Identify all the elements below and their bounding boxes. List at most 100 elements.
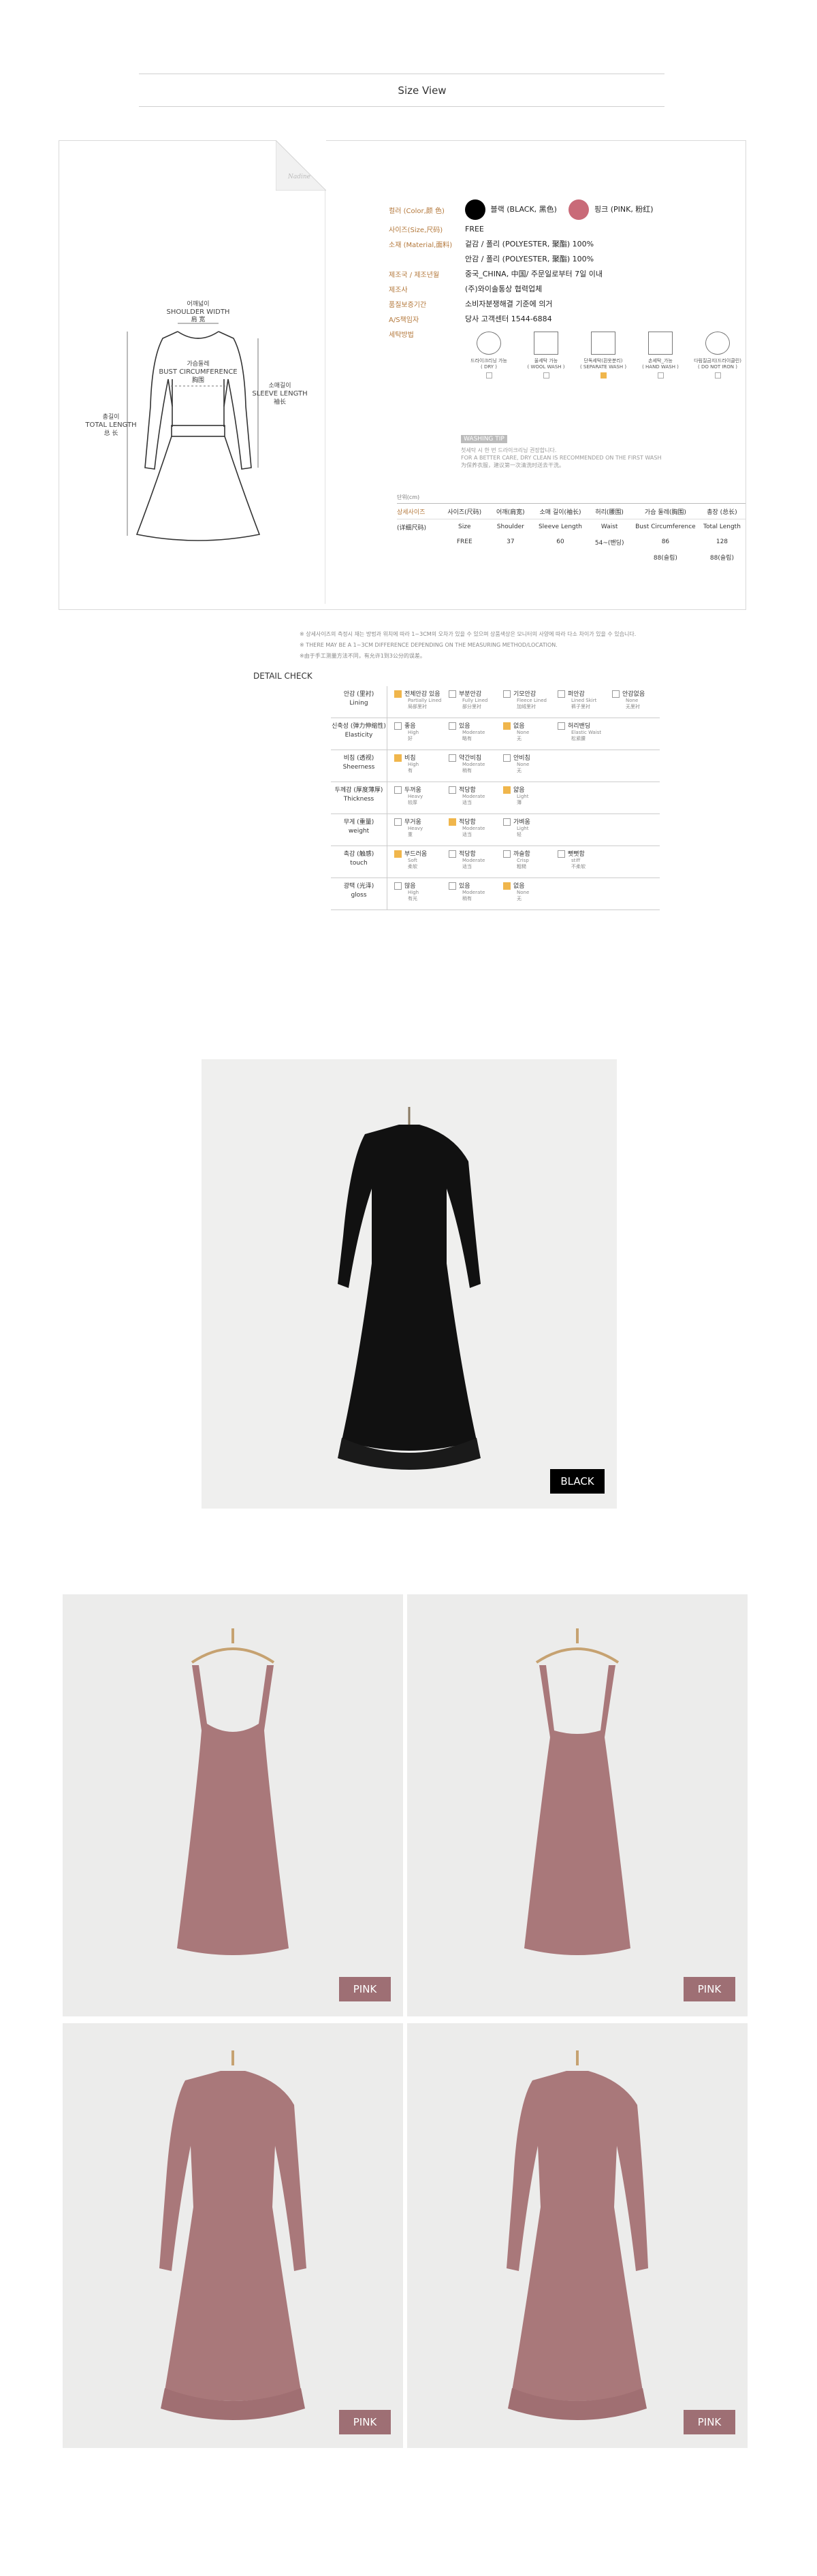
table-header-row: 상세사이즈 사이즈(尺码) 어깨(肩宽) 소매 길이(袖长) 허리(腰围) 가슴… [397, 503, 746, 519]
detail-option: 두꺼움 Heavy 较厚 [387, 784, 442, 806]
pink-color-tag: PINK [339, 1977, 391, 2001]
detail-option: 비침 High 有 [387, 752, 442, 774]
spec-row-material: 소재 (Material,面料) 겉감 / 폴리 (POLYESTER, 聚酯) … [389, 240, 594, 249]
checkbox-icon [394, 818, 402, 826]
wash-checkbox [485, 372, 492, 379]
detail-check-title: DETAIL CHECK [253, 671, 313, 681]
spec-list: 컬러 (Color,颜 色) 블랙 (BLACK, 黑色) 핑크 (PINK, … [389, 198, 654, 341]
dress-sketch-panel: Nadine 어깨넓이 SHOULDER WIDTH 肩 宽 가슴둘레 BUST… [59, 140, 326, 604]
brand-mark: Nadine [287, 174, 310, 180]
detail-option: 기모안감 Fleece Lined 加绒里衬 [496, 688, 551, 710]
spec-card: Nadine 어깨넓이 SHOULDER WIDTH 肩 宽 가슴둘레 BUST… [59, 140, 746, 610]
detail-option: 적당함 Moderate 适当 [442, 816, 496, 838]
checkbox-checked-icon [503, 882, 511, 890]
color-black-label: 블랙 (BLACK, 黑色) [490, 205, 557, 214]
detail-row: 무게 (重量) weight 무거움 Heavy 重 적당함 Moderate 适当 가벼움 Li… [331, 814, 660, 846]
detail-option: 부분안감 Fully Lined 部分里衬 [442, 688, 496, 710]
detail-option: 있음 Moderate 稍有 [442, 880, 496, 902]
checkbox-icon [449, 850, 456, 858]
checkbox-icon [449, 722, 456, 730]
table-row: 88(슬림) 88(슬림) [653, 554, 734, 562]
wash-item: 손세탁_가능( HAND WASH ) [637, 332, 684, 379]
checkbox-checked-icon [503, 786, 511, 794]
detail-option: 있음 Moderate 略有 [442, 720, 496, 742]
checkbox-icon [394, 882, 402, 890]
washing-tip-label: WASHING TIP [461, 435, 507, 443]
pink-slip-front-image [177, 1628, 289, 1955]
detail-row-label: 광택 (光泽) gloss [331, 878, 387, 910]
detail-row-label: 신축성 (弹力伸缩性) Elasticity [331, 718, 387, 750]
unit-label: 단위(cm) [397, 494, 420, 500]
detail-check-table: 안감 (里衬) Lining 전체안감 있음 Partially Lined 局部里衬 부… [331, 686, 660, 910]
wash-item: 다림질금지(드라이클린)( DO NOT IRON ) [694, 332, 741, 379]
table-header-row-en: (详细尺码) Size Shoulder Sleeve Length Waist… [397, 524, 741, 532]
dress-outline-icon: 어깨넓이 SHOULDER WIDTH 肩 宽 가슴둘레 BUST CIRCUM… [84, 300, 308, 541]
checkbox-icon [558, 690, 565, 698]
pink-color-tag: PINK [684, 1977, 735, 2001]
detail-option: 가벼움 Light 轻 [496, 816, 551, 838]
spec-row-size: 사이즈(Size,尺码) FREE [389, 224, 484, 234]
shoulder-label-en: SHOULDER WIDTH [167, 308, 230, 316]
detail-option: 약간비침 Moderate 稍有 [442, 752, 496, 774]
hand-wash-icon [648, 332, 673, 355]
pink-slip-back-image [524, 1628, 630, 1955]
detail-row: 안감 (里衬) Lining 전체안감 있음 Partially Lined 局部里衬 부… [331, 686, 660, 718]
checkbox-checked-icon [394, 690, 402, 698]
checkbox-icon [503, 754, 511, 762]
checkbox-icon [612, 690, 620, 698]
black-dress-photo: BLACK [202, 1059, 617, 1509]
spec-row-origin: 제조국 / 제조년월 중국_CHINA, 中国/ 주문일로부터 7일 이내 [389, 270, 603, 279]
shoulder-label-cn: 肩 宽 [191, 315, 206, 323]
wash-item: 울세탁 가능( WOOL WASH ) [522, 332, 570, 379]
detail-row: 두께감 (厚度薄厚) Thickness 두꺼움 Heavy 较厚 적당함 Moderate… [331, 782, 660, 814]
separate-wash-icon [591, 332, 615, 355]
spec-row-warranty: 품질보증기간 소비자분쟁해결 기준에 의거 [389, 300, 553, 309]
checkbox-checked-icon [503, 722, 511, 730]
detail-option: 적당함 Moderate 适当 [442, 784, 496, 806]
checkbox-checked-icon [394, 754, 402, 762]
bust-label-ko: 가슴둘레 [187, 360, 209, 368]
bust-label-cn: 胸围 [192, 376, 204, 384]
checkbox-checked-icon [394, 850, 402, 858]
dry-clean-icon [477, 332, 501, 355]
table-row: FREE 37 60 54~(밴딩) 86 128 [456, 538, 728, 547]
checkbox-icon [449, 786, 456, 794]
color-swatch-black [465, 199, 485, 220]
checkbox-icon [503, 690, 511, 698]
pink-dress-front-image [159, 2050, 306, 2420]
washing-tip: 첫세탁 시 한 번 드라이크리닝 권장합니다. FOR A BETTER CAR… [461, 447, 662, 468]
detail-option: 많음 High 有光 [387, 880, 442, 902]
size-table: 상세사이즈 사이즈(尺码) 어깨(肩宽) 소매 길이(袖长) 허리(腰围) 가슴… [397, 503, 746, 564]
section-title: Size View [398, 84, 447, 97]
checkbox-checked-icon [449, 818, 456, 826]
checkbox-icon [449, 754, 456, 762]
sleeve-label-ko: 소매길이 [268, 382, 291, 389]
sleeve-label-cn: 袖长 [274, 398, 286, 406]
detail-option: 까슬함 Crisp 粗糙 [496, 848, 551, 870]
black-color-tag: BLACK [550, 1469, 605, 1494]
checkbox-icon [558, 722, 565, 730]
detail-option: 없음 None 无 [496, 880, 551, 902]
wash-checkbox [714, 372, 721, 379]
detail-option: 뻣뻣함 stiff 不柔软 [551, 848, 605, 870]
page-fold-icon: Nadine [276, 140, 326, 191]
wash-checkbox [543, 372, 549, 379]
total-label-ko: 총길이 [103, 413, 120, 421]
pink-dress-back-image [507, 2050, 648, 2420]
detail-row-label: 무게 (重量) weight [331, 814, 387, 846]
checkbox-icon [503, 850, 511, 858]
pink-dress-front-photo: PINK [63, 2023, 403, 2448]
spec-row-color: 컬러 (Color,颜 色) 블랙 (BLACK, 黑色) 핑크 (PINK, … [389, 198, 654, 221]
checkbox-icon [394, 722, 402, 730]
wash-icons: 드라이크리닝 가능( DRY ) 울세탁 가능( WOOL WASH ) 단독세… [465, 332, 741, 379]
detail-option: 무거움 Heavy 重 [387, 816, 442, 838]
detail-option: 적당함 Moderate 适当 [442, 848, 496, 870]
detail-row: 광택 (光泽) gloss 많음 High 有光 있음 Moderate 稍有 없음 None 无 [331, 878, 660, 910]
detail-row: 비침 (透视) Sheerness 비침 High 有 약간비침 Moderate 稍有 안비침… [331, 750, 660, 782]
detail-option: 안비침 None 无 [496, 752, 551, 774]
color-pink-label: 핑크 (PINK, 粉红) [594, 205, 654, 214]
detail-option: 부드러움 Soft 柔软 [387, 848, 442, 870]
wool-wash-icon [534, 332, 558, 355]
detail-row-label: 두께감 (厚度薄厚) Thickness [331, 782, 387, 814]
checkbox-icon [394, 786, 402, 794]
